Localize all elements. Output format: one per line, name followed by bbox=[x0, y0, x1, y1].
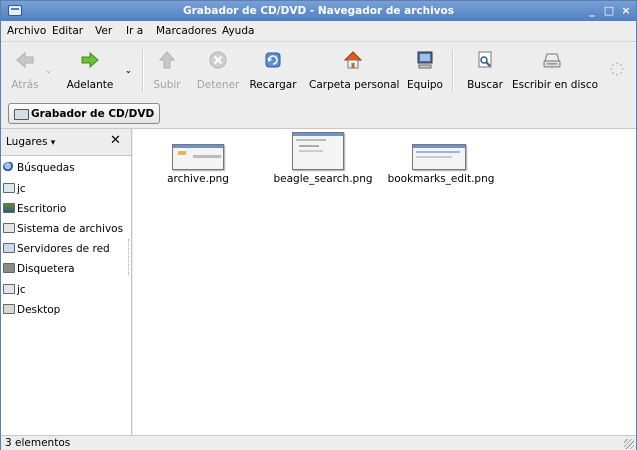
sidebar-item-jc[interactable]: jc bbox=[3, 180, 26, 198]
side-pane-header: Lugares ▾ ✕ bbox=[1, 129, 131, 156]
sidebar-item-label: Búsquedas bbox=[17, 162, 75, 174]
location-button-cd-dvd[interactable]: Grabador de CD/DVD bbox=[8, 103, 161, 124]
stop-icon bbox=[209, 51, 227, 69]
drive-icon bbox=[3, 223, 15, 233]
side-pane: Lugares ▾ ✕ Búsquedas jc Escritorio Sist… bbox=[1, 129, 132, 435]
file-thumbnail bbox=[412, 144, 466, 170]
menu-archivo[interactable]: Archivo bbox=[7, 25, 46, 37]
menu-ayuda[interactable]: Ayuda bbox=[222, 25, 254, 37]
sidebar-item-escritorio[interactable]: Escritorio bbox=[3, 200, 66, 218]
sidebar-bookmark-jc[interactable]: jc bbox=[3, 281, 26, 299]
file-item-beagle-search[interactable]: beagle_search.png bbox=[273, 129, 373, 185]
search-label: Buscar bbox=[467, 79, 503, 91]
menu-editar[interactable]: Editar bbox=[52, 25, 83, 37]
file-browser-window: Grabador de CD/DVD - Navegador de archiv… bbox=[0, 0, 637, 450]
close-icon[interactable]: ✕ bbox=[110, 133, 121, 148]
file-name: bookmarks_edit.png bbox=[387, 173, 495, 185]
computer-icon bbox=[417, 51, 433, 69]
resize-grip-icon[interactable] bbox=[624, 439, 634, 449]
write-to-disc-button[interactable]: Escribir en disco bbox=[512, 42, 599, 100]
forward-label: Adelante bbox=[66, 79, 114, 91]
toolbar: Atrás ⌄ Adelante ⌄ Subir Detener Recarga… bbox=[1, 41, 636, 101]
status-text: 3 elementos bbox=[5, 437, 71, 449]
home-folder-icon bbox=[3, 183, 15, 193]
network-icon bbox=[3, 243, 15, 253]
sidebar-item-sistema-de-archivos[interactable]: Sistema de archivos bbox=[3, 220, 123, 238]
maximize-icon[interactable]: □ bbox=[602, 4, 616, 17]
location-button-label: Grabador de CD/DVD bbox=[31, 108, 155, 120]
back-history-chevron-icon[interactable]: ⌄ bbox=[45, 66, 52, 75]
stop-label: Detener bbox=[196, 79, 240, 91]
menu-marcadores[interactable]: Marcadores bbox=[156, 25, 217, 37]
sidebar-item-label: Desktop bbox=[17, 304, 61, 316]
side-pane-selector[interactable]: Lugares ▾ bbox=[6, 136, 55, 148]
search-button[interactable]: Buscar bbox=[463, 42, 507, 100]
file-thumbnail bbox=[292, 132, 344, 170]
stop-button[interactable]: Detener bbox=[194, 42, 242, 100]
sidebar-item-label: jc bbox=[17, 284, 26, 296]
search-icon bbox=[478, 51, 492, 68]
window-title: Grabador de CD/DVD - Navegador de archiv… bbox=[183, 5, 454, 17]
file-name: archive.png bbox=[167, 173, 229, 185]
back-arrow-icon bbox=[16, 51, 34, 69]
search-icon bbox=[3, 162, 15, 172]
back-button[interactable]: Atrás bbox=[5, 42, 45, 100]
pane-resize-handle[interactable] bbox=[128, 239, 132, 275]
home-label: Carpeta personal bbox=[309, 79, 400, 91]
toolbar-separator bbox=[142, 50, 144, 92]
reload-button[interactable]: Recargar bbox=[248, 42, 298, 100]
folder-icon bbox=[3, 304, 15, 314]
menu-ir-a[interactable]: Ir a bbox=[126, 25, 143, 37]
up-label: Subir bbox=[153, 79, 181, 91]
throbber-icon bbox=[610, 62, 624, 76]
home-folder-icon bbox=[3, 284, 15, 294]
reload-icon bbox=[265, 52, 281, 68]
forward-history-chevron-icon[interactable]: ⌄ bbox=[125, 66, 132, 75]
home-button[interactable]: Carpeta personal bbox=[309, 42, 400, 100]
optical-drive-icon bbox=[14, 109, 29, 120]
desktop-icon bbox=[3, 203, 15, 213]
chevron-down-icon: ▾ bbox=[50, 138, 56, 148]
up-arrow-icon bbox=[158, 51, 176, 69]
computer-label: Equipo bbox=[407, 79, 443, 91]
sidebar-item-disquetera[interactable]: Disquetera bbox=[3, 260, 75, 278]
file-name: beagle_search.png bbox=[273, 173, 373, 185]
close-window-icon[interactable]: × bbox=[619, 4, 633, 17]
title-bar[interactable]: Grabador de CD/DVD - Navegador de archiv… bbox=[1, 1, 636, 21]
reload-label: Recargar bbox=[249, 79, 297, 91]
file-thumbnail bbox=[172, 144, 224, 170]
sidebar-item-busquedas[interactable]: Búsquedas bbox=[3, 159, 75, 177]
status-bar: 3 elementos bbox=[1, 435, 636, 450]
sidebar-item-label: jc bbox=[17, 183, 26, 195]
sidebar-item-label: Disquetera bbox=[17, 263, 75, 275]
sidebar-item-servidores-de-red[interactable]: Servidores de red bbox=[3, 240, 110, 258]
sidebar-item-label: Escritorio bbox=[17, 203, 67, 215]
location-bar: Grabador de CD/DVD bbox=[1, 100, 636, 129]
file-view[interactable]: archive.png beagle_search.png bookmarks_… bbox=[133, 129, 636, 435]
forward-button[interactable]: Adelante bbox=[59, 42, 121, 100]
back-label: Atrás bbox=[11, 79, 39, 91]
sidebar-item-label: Sistema de archivos bbox=[17, 223, 124, 235]
side-pane-selector-label: Lugares bbox=[6, 136, 48, 148]
forward-arrow-icon bbox=[81, 51, 99, 69]
write-to-disc-label: Escribir en disco bbox=[512, 79, 599, 91]
floppy-icon bbox=[3, 263, 15, 273]
optical-drive-icon bbox=[543, 53, 561, 68]
sidebar-item-label: Servidores de red bbox=[17, 243, 110, 255]
sidebar-bookmark-desktop[interactable]: Desktop bbox=[3, 301, 60, 319]
menu-ver[interactable]: Ver bbox=[95, 25, 112, 37]
menu-bar: Archivo Editar Ver Ir a Marcadores Ayuda bbox=[1, 21, 636, 41]
toolbar-separator bbox=[452, 50, 454, 92]
file-item-archive[interactable]: archive.png bbox=[163, 129, 233, 185]
computer-button[interactable]: Equipo bbox=[404, 42, 446, 100]
home-icon bbox=[343, 51, 363, 69]
file-item-bookmarks-edit[interactable]: bookmarks_edit.png bbox=[386, 129, 496, 185]
minimize-icon[interactable]: _ bbox=[585, 4, 599, 17]
up-button[interactable]: Subir bbox=[151, 42, 183, 100]
